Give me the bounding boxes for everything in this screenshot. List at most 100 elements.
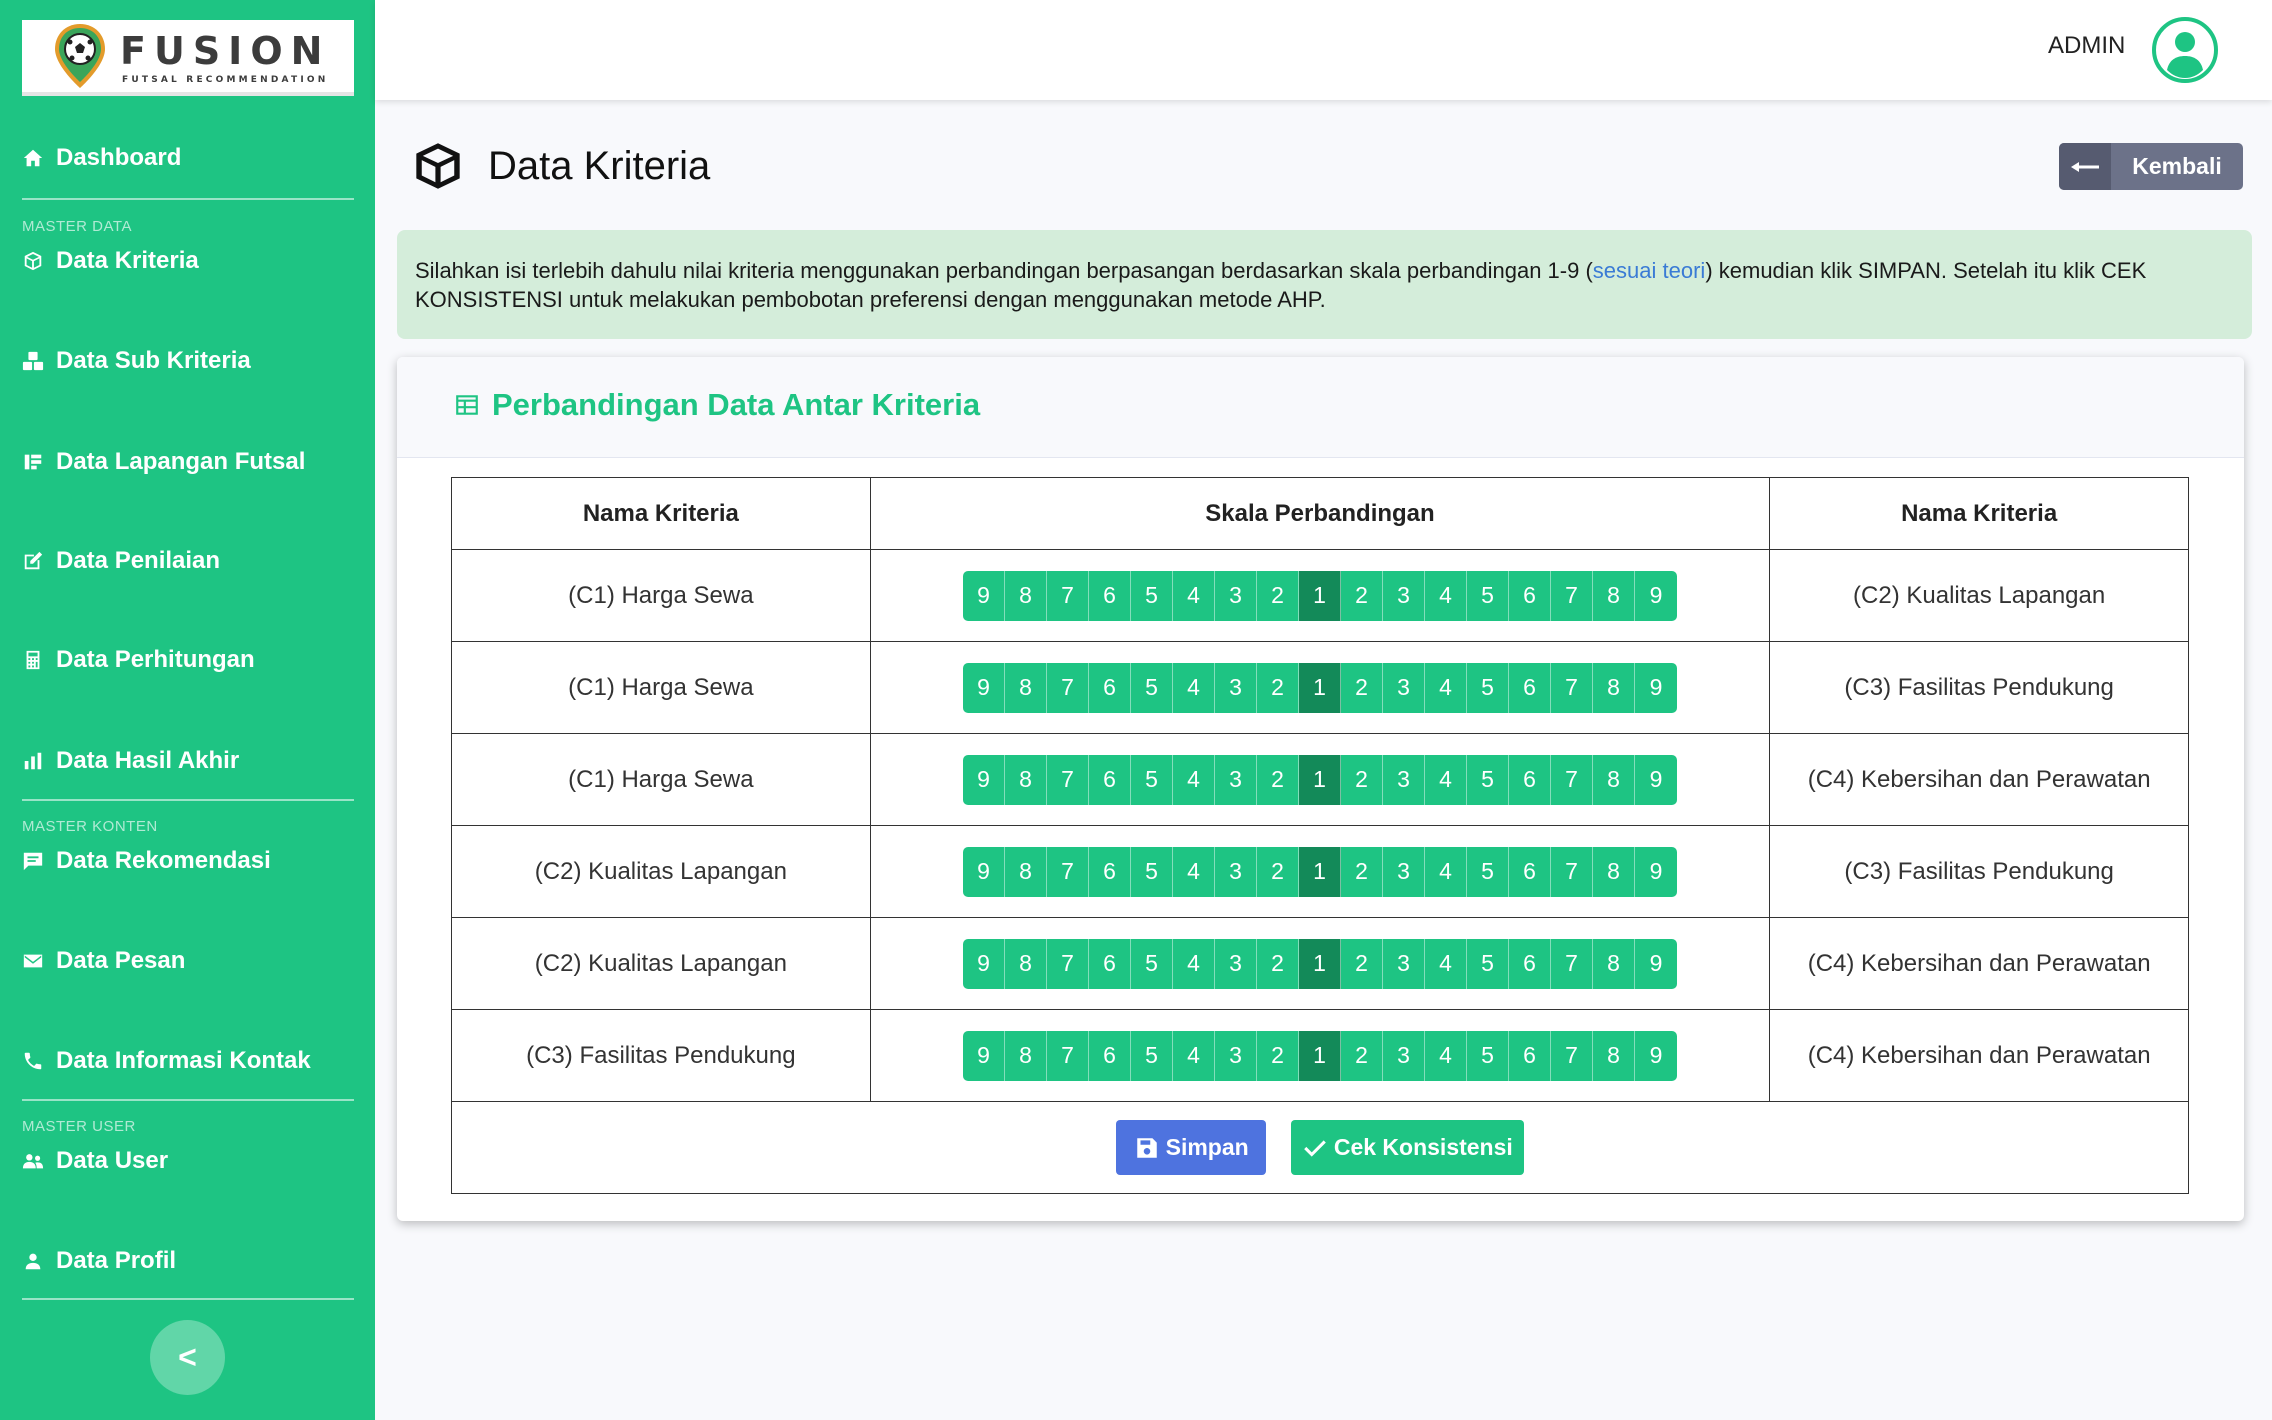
scale-option[interactable]: 2 [1340,938,1383,989]
check-consistency-button[interactable]: Cek Konsistensi [1290,1120,1524,1175]
scale-option[interactable]: 4 [1172,570,1215,621]
scale-option[interactable]: 9 [962,938,1005,989]
scale-option[interactable]: 6 [1508,570,1551,621]
scale-option[interactable]: 2 [1340,754,1383,805]
scale-option[interactable]: 8 [1004,570,1047,621]
scale-option[interactable]: 3 [1214,1030,1257,1081]
scale-option[interactable]: 8 [1592,754,1635,805]
user-circle-icon[interactable] [2150,15,2220,85]
scale-option[interactable]: 2 [1340,570,1383,621]
scale-option[interactable]: 5 [1130,754,1173,805]
scale-option[interactable]: 1 [1298,846,1341,897]
scale-option[interactable]: 3 [1382,570,1425,621]
scale-option[interactable]: 3 [1214,846,1257,897]
sidebar-item-data-pesan[interactable]: Data Pesan [22,941,185,981]
scale-option[interactable]: 7 [1550,662,1593,713]
scale-option[interactable]: 2 [1340,1030,1383,1081]
scale-option[interactable]: 3 [1382,846,1425,897]
scale-option[interactable]: 5 [1130,662,1173,713]
scale-option[interactable]: 9 [962,662,1005,713]
scale-option[interactable]: 4 [1424,570,1467,621]
sidebar-item-data-penilaian[interactable]: Data Penilaian [22,541,220,581]
sidebar-item-dashboard[interactable]: Dashboard [22,138,181,178]
scale-option[interactable]: 6 [1508,1030,1551,1081]
sidebar-item-data-user[interactable]: Data User [22,1141,168,1181]
scale-option[interactable]: 6 [1508,846,1551,897]
scale-option[interactable]: 6 [1088,846,1131,897]
scale-option[interactable]: 8 [1004,1030,1047,1081]
scale-option[interactable]: 4 [1172,754,1215,805]
scale-option[interactable]: 2 [1256,938,1299,989]
scale-option[interactable]: 8 [1592,570,1635,621]
scale-option[interactable]: 5 [1466,1030,1509,1081]
sidebar-item-data-hasil-akhir[interactable]: Data Hasil Akhir [22,741,239,781]
scale-option[interactable]: 6 [1088,1030,1131,1081]
scale-option[interactable]: 6 [1508,938,1551,989]
scale-option[interactable]: 4 [1424,846,1467,897]
scale-option[interactable]: 6 [1088,570,1131,621]
scale-option[interactable]: 1 [1298,754,1341,805]
scale-option[interactable]: 8 [1004,662,1047,713]
back-button[interactable]: Kembali [2059,143,2243,190]
scale-option[interactable]: 2 [1256,662,1299,713]
scale-option[interactable]: 5 [1466,662,1509,713]
scale-option[interactable]: 4 [1172,938,1215,989]
scale-option[interactable]: 5 [1130,846,1173,897]
sidebar-item-data-rekomendasi[interactable]: Data Rekomendasi [22,841,271,881]
scale-option[interactable]: 8 [1592,846,1635,897]
scale-option[interactable]: 7 [1046,1030,1089,1081]
scale-option[interactable]: 5 [1466,754,1509,805]
sidebar-item-data-perhitungan[interactable]: Data Perhitungan [22,640,255,680]
scale-option[interactable]: 6 [1508,754,1551,805]
scale-option[interactable]: 4 [1424,1030,1467,1081]
scale-option[interactable]: 9 [1634,1030,1677,1081]
scale-option[interactable]: 1 [1298,938,1341,989]
scale-option[interactable]: 5 [1130,570,1173,621]
scale-option[interactable]: 5 [1466,938,1509,989]
scale-option[interactable]: 2 [1256,754,1299,805]
scale-option[interactable]: 3 [1214,938,1257,989]
scale-option[interactable]: 3 [1382,754,1425,805]
scale-option[interactable]: 3 [1214,570,1257,621]
scale-option[interactable]: 5 [1130,1030,1173,1081]
scale-option[interactable]: 3 [1382,1030,1425,1081]
sidebar-item-data-lapangan-futsal[interactable]: Data Lapangan Futsal [22,442,305,482]
scale-option[interactable]: 7 [1046,570,1089,621]
scale-option[interactable]: 9 [1634,938,1677,989]
scale-option[interactable]: 8 [1004,938,1047,989]
sidebar-item-data-profil[interactable]: Data Profil [22,1241,176,1281]
save-button[interactable]: Simpan [1116,1120,1267,1175]
scale-option[interactable]: 6 [1508,662,1551,713]
scale-option[interactable]: 7 [1046,938,1089,989]
scale-option[interactable]: 2 [1256,570,1299,621]
scale-option[interactable]: 4 [1424,754,1467,805]
sidebar-item-data-kriteria[interactable]: Data Kriteria [22,241,199,281]
scale-option[interactable]: 3 [1214,662,1257,713]
scale-option[interactable]: 1 [1298,1030,1341,1081]
scale-option[interactable]: 6 [1088,938,1131,989]
scale-option[interactable]: 2 [1340,846,1383,897]
scale-option[interactable]: 7 [1046,662,1089,713]
scale-option[interactable]: 6 [1088,662,1131,713]
scale-option[interactable]: 8 [1004,754,1047,805]
scale-option[interactable]: 2 [1340,662,1383,713]
scale-option[interactable]: 1 [1298,662,1341,713]
theory-link[interactable]: sesuai teori [1593,258,1706,283]
scale-option[interactable]: 8 [1004,846,1047,897]
scale-option[interactable]: 4 [1424,662,1467,713]
scale-option[interactable]: 9 [962,846,1005,897]
scale-option[interactable]: 1 [1298,570,1341,621]
scale-option[interactable]: 7 [1046,754,1089,805]
scale-option[interactable]: 2 [1256,846,1299,897]
scale-option[interactable]: 7 [1550,938,1593,989]
scale-option[interactable]: 5 [1130,938,1173,989]
scale-option[interactable]: 5 [1466,846,1509,897]
logo[interactable]: FUSION FUTSAL RECOMMENDATION [22,20,354,96]
scale-option[interactable]: 4 [1172,846,1215,897]
user-name[interactable]: ADMIN [2048,32,2125,60]
scale-option[interactable]: 5 [1466,570,1509,621]
scale-option[interactable]: 7 [1550,754,1593,805]
scale-option[interactable]: 3 [1382,938,1425,989]
scale-option[interactable]: 8 [1592,1030,1635,1081]
sidebar-item-data-sub-kriteria[interactable]: Data Sub Kriteria [22,341,251,381]
